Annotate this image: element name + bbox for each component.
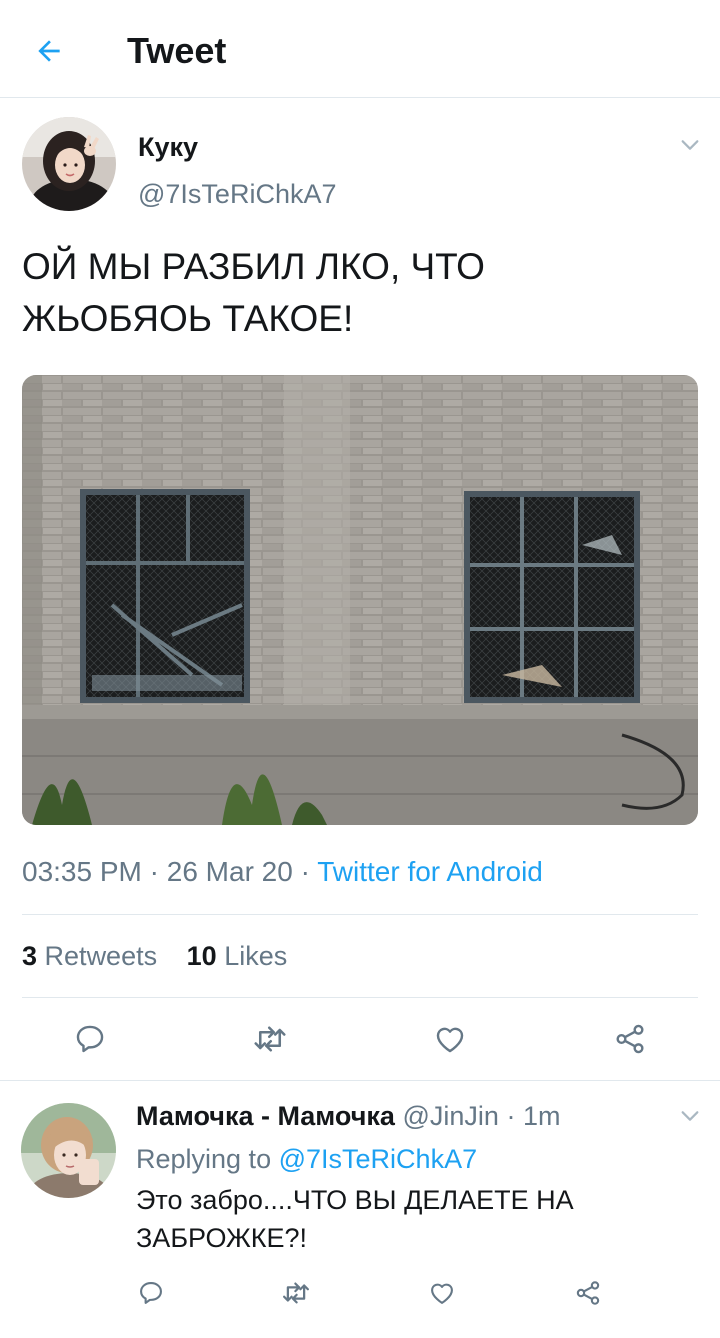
arrow-left-icon xyxy=(38,40,60,62)
tweet-text-line: ОЙ МЫ РАЗБИЛ ЛКО, ЧТО xyxy=(22,246,485,287)
share-icon xyxy=(576,1281,600,1305)
reply-icon xyxy=(140,1282,162,1304)
reply-tweet[interactable]: Мамочка - Мамочка @JinJin · 1m Replying … xyxy=(0,1081,720,1338)
like-icon xyxy=(436,1027,464,1053)
tweet-date: 26 Mar 20 xyxy=(166,856,293,887)
retweet-icon xyxy=(254,1026,286,1052)
retweets-count: 3 xyxy=(22,941,38,971)
tweet-stats: 3 Retweets 10 Likes xyxy=(22,941,309,972)
author-avatar[interactable] xyxy=(22,117,116,211)
tweet-source-link[interactable]: Twitter for Android xyxy=(317,856,543,887)
reply-text-line: Это забро....ЧТО ВЫ ДЕЛАЕТЕ НА xyxy=(136,1185,574,1215)
back-button[interactable] xyxy=(26,28,72,74)
tweet-menu-button[interactable] xyxy=(675,130,705,160)
replying-to: Replying to @7IsTeRiChkA7 xyxy=(136,1144,477,1175)
chevron-down-icon xyxy=(681,140,699,150)
divider xyxy=(22,914,698,915)
reply-author-avatar[interactable] xyxy=(21,1103,116,1198)
likes-stat[interactable]: 10 Likes xyxy=(187,941,288,971)
author-handle[interactable]: @7IsTeRiChkA7 xyxy=(138,179,336,210)
like-button[interactable] xyxy=(428,1017,472,1061)
likes-count: 10 xyxy=(186,941,217,971)
divider xyxy=(22,997,698,998)
top-bar: Tweet xyxy=(0,0,720,98)
reply-button[interactable] xyxy=(68,1017,112,1061)
retweet-button[interactable] xyxy=(248,1017,292,1061)
reply-text: Это забро....ЧТО ВЫ ДЕЛАЕТЕ НА ЗАБРОЖКЕ?… xyxy=(136,1181,696,1257)
replying-label: Replying to xyxy=(136,1144,272,1174)
reply-header: Мамочка - Мамочка @JinJin · 1m xyxy=(136,1101,560,1132)
tweet-text-line: ЖЬОБЯОЬ ТАКОЕ! xyxy=(22,298,354,339)
replying-handle-link[interactable]: @7IsTeRiChkA7 xyxy=(279,1144,477,1174)
reply-time-sep: · xyxy=(506,1101,516,1131)
share-button[interactable] xyxy=(608,1017,652,1061)
share-icon xyxy=(616,1024,644,1054)
retweets-label: Retweets xyxy=(44,941,158,971)
reply-like-button[interactable] xyxy=(423,1274,461,1312)
chevron-down-icon xyxy=(681,1111,699,1121)
reply-menu-button[interactable] xyxy=(675,1101,705,1131)
reply-share-button[interactable] xyxy=(569,1274,607,1312)
reply-reply-button[interactable] xyxy=(132,1274,170,1312)
tweet-text: ОЙ МЫ РАЗБИЛ ЛКО, ЧТО ЖЬОБЯОЬ ТАКОЕ! xyxy=(22,241,702,345)
reply-author-handle[interactable]: @JinJin xyxy=(402,1101,498,1131)
likes-label: Likes xyxy=(224,941,288,971)
reply-text-line: ЗАБРОЖКЕ?! xyxy=(136,1223,308,1253)
retweets-stat[interactable]: 3 Retweets xyxy=(22,941,157,971)
like-icon xyxy=(431,1283,453,1304)
retweet-icon xyxy=(283,1282,309,1304)
reply-time: 1m xyxy=(522,1101,561,1131)
tweet-meta: 03:35 PM · 26 Mar 20 · Twitter for Andro… xyxy=(22,856,543,887)
tweet-photo[interactable] xyxy=(22,375,698,825)
reply-author-name[interactable]: Мамочка - Мамочка xyxy=(136,1101,395,1131)
page-title: Tweet xyxy=(127,30,227,71)
author-name[interactable]: Куку xyxy=(138,132,198,163)
reply-retweet-button[interactable] xyxy=(277,1274,315,1312)
tweet-time: 03:35 PM xyxy=(22,856,142,887)
reply-icon xyxy=(76,1025,104,1053)
